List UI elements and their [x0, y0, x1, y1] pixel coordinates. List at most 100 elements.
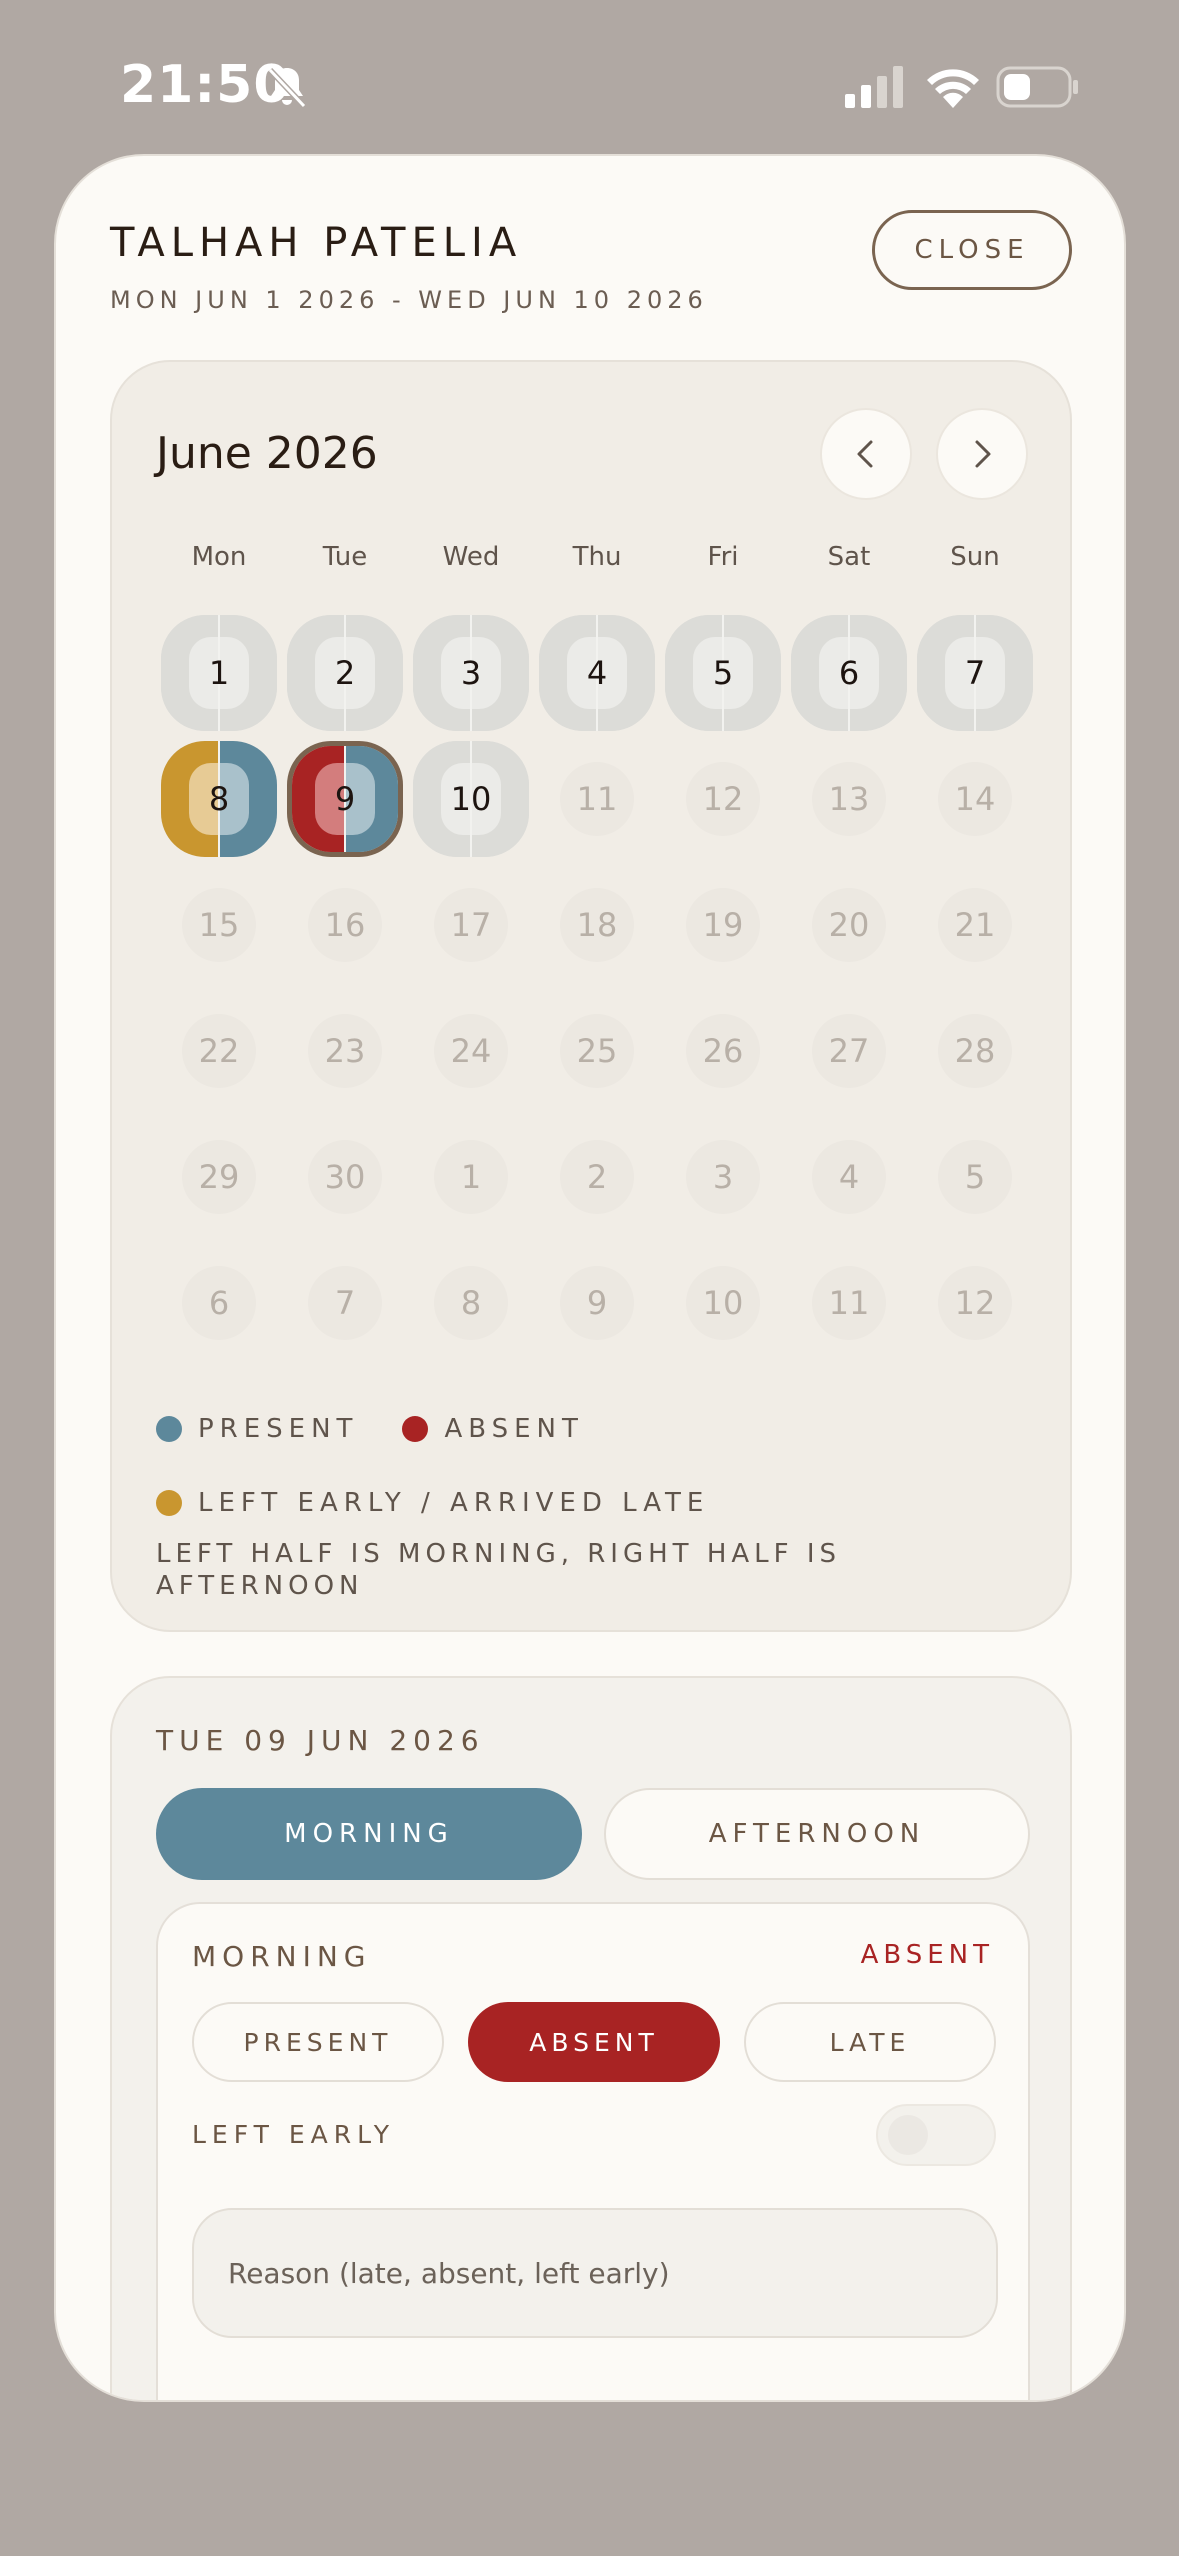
day-pill: 5 — [665, 615, 781, 731]
day-number: 24 — [434, 1014, 508, 1088]
late-dot — [156, 1490, 182, 1516]
session-card: MORNING ABSENT PRESENT ABSENT LATE LEFT … — [156, 1902, 1030, 2400]
day-number: 5 — [712, 654, 734, 692]
calendar-day: 11 — [786, 1240, 912, 1366]
day-pill: 8 — [161, 741, 277, 857]
calendar-day: 22 — [156, 988, 282, 1114]
day-number: 7 — [308, 1266, 382, 1340]
left-early-toggle[interactable] — [876, 2104, 996, 2166]
calendar-day: 1 — [408, 1114, 534, 1240]
tab-afternoon[interactable]: AFTERNOON — [604, 1788, 1030, 1880]
day-number: 29 — [182, 1140, 256, 1214]
calendar-day[interactable]: 9 — [282, 736, 408, 862]
calendar-day: 19 — [660, 862, 786, 988]
calendar-day[interactable]: 3 — [408, 610, 534, 736]
calendar-week-row: 6 7 8 9 10 11 12 — [156, 1240, 1038, 1366]
session-title: MORNING — [192, 1940, 372, 1973]
tab-morning[interactable]: MORNING — [156, 1788, 582, 1880]
calendar-day: 6 — [156, 1240, 282, 1366]
status-bar: 21:50 — [0, 0, 1179, 170]
legend-note-wrap: LEFT HALF IS MORNING, RIGHT HALF IS AFTE… — [156, 1538, 1036, 1602]
day-number: 21 — [938, 888, 1012, 962]
day-number: 30 — [308, 1140, 382, 1214]
day-number: 17 — [434, 888, 508, 962]
day-number: 3 — [686, 1140, 760, 1214]
close-button[interactable]: CLOSE — [872, 210, 1072, 290]
day-number: 8 — [208, 780, 230, 818]
weekday-label: Sun — [950, 542, 1000, 572]
calendar-day: 13 — [786, 736, 912, 862]
day-number: 11 — [812, 1266, 886, 1340]
day-number: 3 — [460, 654, 482, 692]
day-pill: 1 — [161, 615, 277, 731]
day-pill: 3 — [413, 615, 529, 731]
previous-month-button[interactable] — [820, 408, 912, 500]
day-pill: 4 — [539, 615, 655, 731]
battery-icon — [996, 66, 1078, 108]
calendar-day[interactable]: 6 — [786, 610, 912, 736]
day-number: 12 — [686, 762, 760, 836]
weekday-label: Mon — [191, 542, 247, 572]
calendar-day: 2 — [534, 1114, 660, 1240]
calendar-day: 10 — [660, 1240, 786, 1366]
day-pill: 6 — [791, 615, 907, 731]
calendar-day[interactable]: 1 — [156, 610, 282, 736]
calendar-day: 18 — [534, 862, 660, 988]
weekday-label: Sat — [827, 542, 871, 572]
calendar-day[interactable]: 4 — [534, 610, 660, 736]
calendar-day: 16 — [282, 862, 408, 988]
day-number: 2 — [560, 1140, 634, 1214]
calendar-week-row: 29 30 1 2 3 4 5 — [156, 1114, 1038, 1240]
day-number: 16 — [308, 888, 382, 962]
chevron-right-icon — [975, 440, 991, 468]
calendar-day[interactable]: 5 — [660, 610, 786, 736]
calendar-day[interactable]: 8 — [156, 736, 282, 862]
day-pill: 10 — [413, 741, 529, 857]
day-number: 14 — [938, 762, 1012, 836]
calendar-day: 23 — [282, 988, 408, 1114]
day-number: 4 — [586, 654, 608, 692]
day-number: 12 — [938, 1266, 1012, 1340]
month-label: June 2026 — [156, 428, 378, 479]
day-number: 4 — [812, 1140, 886, 1214]
weekday-header: Mon Tue Wed Thu Fri Sat Sun — [156, 542, 1038, 572]
calendar-grid: 1 2 3 4 5 6 7 8 9 10 11 12 13 14 15 16 17 18 19 20 21 22 23 24 2… — [156, 610, 1038, 1366]
day-number: 6 — [838, 654, 860, 692]
day-pill: 2 — [287, 615, 403, 731]
calendar-day: 30 — [282, 1114, 408, 1240]
calendar-week-row: 1 2 3 4 5 6 7 — [156, 610, 1038, 736]
wifi-icon — [927, 69, 979, 108]
absent-option-button[interactable]: ABSENT — [468, 2002, 720, 2082]
calendar-day[interactable]: 10 — [408, 736, 534, 862]
day-number: 13 — [812, 762, 886, 836]
calendar-day[interactable]: 7 — [912, 610, 1038, 736]
calendar-day: 5 — [912, 1114, 1038, 1240]
weekday-label: Fri — [707, 542, 739, 572]
present-option-button[interactable]: PRESENT — [192, 2002, 444, 2082]
calendar-day[interactable]: 2 — [282, 610, 408, 736]
legend-absent: ABSENT — [444, 1414, 584, 1444]
day-number: 20 — [812, 888, 886, 962]
calendar-day: 9 — [534, 1240, 660, 1366]
day-number: 1 — [208, 654, 230, 692]
session-status: ABSENT — [860, 1940, 994, 1970]
day-number: 11 — [560, 762, 634, 836]
selected-day-pill: 9 — [287, 741, 403, 857]
day-number: 1 — [434, 1140, 508, 1214]
reason-input[interactable] — [192, 2208, 998, 2338]
weekday-label: Tue — [322, 542, 368, 572]
bell-slash-icon — [267, 67, 307, 109]
next-month-button[interactable] — [936, 408, 1028, 500]
calendar-day: 29 — [156, 1114, 282, 1240]
day-pill: 7 — [917, 615, 1033, 731]
calendar-day: 25 — [534, 988, 660, 1114]
legend-late: LEFT EARLY / ARRIVED LATE — [198, 1488, 710, 1518]
calendar-day: 11 — [534, 736, 660, 862]
legend: PRESENT ABSENT — [156, 1414, 1036, 1444]
late-option-button[interactable]: LATE — [744, 2002, 996, 2082]
calendar-day: 21 — [912, 862, 1038, 988]
day-number: 10 — [450, 780, 492, 818]
weekday-label: Wed — [442, 542, 500, 572]
calendar-day: 12 — [660, 736, 786, 862]
legend-note: LEFT HALF IS MORNING, RIGHT HALF IS AFTE… — [156, 1539, 842, 1601]
